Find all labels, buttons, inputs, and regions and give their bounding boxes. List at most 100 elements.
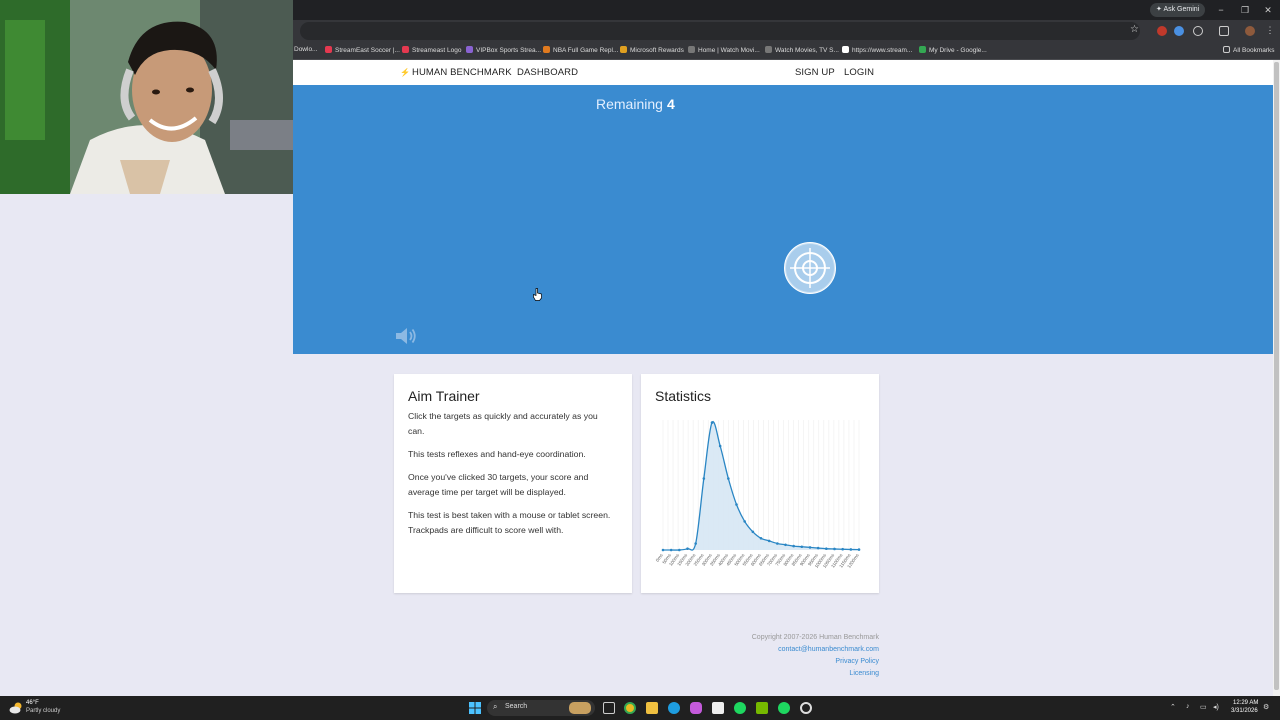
info-paragraph: This test is best taken with a mouse or … bbox=[408, 510, 611, 535]
bookmark-favicon-icon bbox=[919, 46, 926, 53]
webcam-overlay bbox=[0, 0, 293, 194]
bookmark-label: StreamEast Soccer |... bbox=[335, 47, 400, 54]
app-icon[interactable] bbox=[800, 702, 812, 714]
extensions-puzzle-icon[interactable] bbox=[1193, 26, 1203, 36]
taskbar-search-label: Search bbox=[505, 703, 528, 710]
spotify-icon[interactable] bbox=[734, 702, 746, 714]
search-icon: ⌕ bbox=[493, 702, 498, 711]
bookmark-favicon-icon bbox=[688, 46, 695, 53]
bookmark-item[interactable]: Dowlo... bbox=[294, 46, 317, 53]
bookmark-favicon-icon bbox=[466, 46, 473, 53]
chart-point bbox=[710, 421, 714, 424]
remaining-count: 4 bbox=[666, 96, 675, 112]
info-paragraph: Click the targets as quickly and accurat… bbox=[408, 411, 598, 436]
task-view-icon[interactable] bbox=[603, 702, 615, 714]
sidepanel-icon[interactable] bbox=[1219, 26, 1229, 36]
info-paragraph: This tests reflexes and hand-eye coordin… bbox=[408, 449, 586, 459]
microphone-icon[interactable]: ♪ bbox=[1186, 703, 1190, 710]
chart-point bbox=[678, 548, 681, 552]
restore-icon[interactable]: ❐ bbox=[1236, 3, 1254, 17]
windows-start-icon[interactable] bbox=[469, 702, 481, 714]
chart-point bbox=[816, 546, 820, 550]
edge-icon[interactable] bbox=[668, 702, 680, 714]
chart-point bbox=[857, 548, 861, 551]
address-bar[interactable] bbox=[300, 22, 1140, 40]
aim-trainer-play-area[interactable]: Remaining 4 bbox=[293, 85, 1273, 354]
nav-brand-link[interactable]: HUMAN BENCHMARK bbox=[412, 67, 512, 78]
bookmark-label: Home | Watch Movi... bbox=[698, 47, 760, 54]
hand-cursor-icon bbox=[533, 288, 542, 301]
network-icon[interactable]: ▭ bbox=[1200, 703, 1207, 711]
volume-icon[interactable]: ◂) bbox=[1213, 703, 1219, 711]
nvidia-icon[interactable] bbox=[756, 702, 768, 714]
page-scrollbar[interactable] bbox=[1273, 60, 1280, 696]
footer-licensing-link[interactable]: Licensing bbox=[849, 670, 879, 677]
weather-temperature[interactable]: 46°F bbox=[26, 700, 39, 706]
bookmark-favicon-icon bbox=[842, 46, 849, 53]
remaining-counter: Remaining 4 bbox=[596, 96, 675, 112]
bookmark-label: VIPBox Sports Strea... bbox=[476, 47, 542, 54]
nav-signup-link[interactable]: SIGN UP bbox=[795, 67, 835, 78]
taskbar-clock-time[interactable]: 12:29 AM bbox=[1233, 700, 1258, 706]
bookmark-label: Microsoft Rewards bbox=[630, 47, 684, 54]
bookmark-item[interactable]: NBA Full Game Repl... bbox=[543, 46, 618, 54]
bookmark-item[interactable]: VIPBox Sports Strea... bbox=[466, 46, 541, 54]
notifications-icon[interactable]: ⚙ bbox=[1263, 703, 1269, 711]
speaker-icon[interactable] bbox=[394, 325, 418, 347]
taskbar-clock-date[interactable]: 3/31/2026 bbox=[1231, 708, 1258, 714]
bookmark-star-icon[interactable]: ☆ bbox=[1130, 24, 1139, 35]
profile-avatar[interactable] bbox=[1245, 26, 1255, 36]
footer-email-link[interactable]: contact@humanbenchmark.com bbox=[778, 646, 879, 653]
folder-icon bbox=[1223, 46, 1230, 53]
site-navbar: ⚡ HUMAN BENCHMARK DASHBOARD SIGN UP LOGI… bbox=[293, 60, 1273, 85]
extension-icon[interactable] bbox=[1157, 26, 1167, 36]
info-paragraph: Once you've clicked 30 targets, your sco… bbox=[408, 472, 589, 497]
statistics-card: Statistics 0ms 50ms 100ms 150ms 200ms 250ms 30… bbox=[641, 374, 879, 593]
bookmark-item[interactable]: StreamEast Soccer |... bbox=[325, 46, 400, 54]
lightning-logo-icon: ⚡ bbox=[400, 68, 411, 77]
chart-point bbox=[702, 477, 706, 480]
statistics-chart: 0ms50ms100ms150ms200ms250ms300ms350ms400… bbox=[655, 420, 861, 569]
spotify-icon[interactable] bbox=[778, 702, 790, 714]
bookmark-label: https://www.stream... bbox=[852, 47, 913, 54]
bookmark-label: Dowlo... bbox=[294, 46, 318, 53]
chart-point bbox=[808, 546, 812, 549]
bookmark-item[interactable]: https://www.stream... bbox=[842, 46, 912, 54]
chart-point bbox=[694, 542, 697, 545]
chart-point bbox=[759, 537, 763, 540]
windows-taskbar: 46°F Partly cloudy ⌕ Search ⌃ ♪ ▭ ◂) 12:… bbox=[0, 696, 1280, 720]
bookmark-favicon-icon bbox=[765, 46, 772, 53]
bookmark-item[interactable]: Watch Movies, TV S... bbox=[765, 46, 839, 54]
copilot-icon[interactable] bbox=[690, 702, 702, 714]
nav-login-link[interactable]: LOGIN bbox=[844, 67, 874, 78]
bookmark-label: Watch Movies, TV S... bbox=[775, 47, 839, 54]
taskbar-search[interactable]: ⌕ Search bbox=[487, 700, 595, 716]
tray-chevron-icon[interactable]: ⌃ bbox=[1170, 703, 1176, 711]
ask-gemini-button[interactable]: ✦ Ask Gemini bbox=[1150, 3, 1206, 17]
chart-point bbox=[767, 539, 771, 543]
bookmark-item[interactable]: My Drive - Google... bbox=[919, 46, 987, 54]
footer-privacy-link[interactable]: Privacy Policy bbox=[835, 658, 879, 665]
scrollbar-thumb[interactable] bbox=[1274, 62, 1279, 690]
all-bookmarks-folder[interactable]: All Bookmarks bbox=[1223, 46, 1275, 54]
bookmark-item[interactable]: Home | Watch Movi... bbox=[688, 46, 760, 54]
chart-point bbox=[825, 547, 828, 550]
nav-dashboard-link[interactable]: DASHBOARD bbox=[517, 67, 578, 78]
minimize-icon[interactable]: − bbox=[1212, 3, 1230, 17]
footer-copyright: Copyright 2007-2026 Human Benchmark bbox=[751, 634, 879, 641]
chart-point bbox=[686, 547, 689, 550]
file-explorer-icon[interactable] bbox=[646, 702, 658, 714]
weather-description[interactable]: Partly cloudy bbox=[26, 708, 60, 714]
chart-point bbox=[743, 520, 746, 523]
store-icon[interactable] bbox=[712, 702, 724, 714]
chart-point bbox=[800, 545, 804, 549]
extension-icon[interactable] bbox=[1174, 26, 1184, 36]
browser-menu-icon[interactable]: ⋮ bbox=[1265, 26, 1275, 36]
close-icon[interactable]: ✕ bbox=[1259, 3, 1277, 17]
chrome-icon[interactable] bbox=[624, 702, 636, 714]
bookmark-item[interactable]: Streameast Logo bbox=[402, 46, 462, 54]
chart-point bbox=[718, 444, 722, 448]
aim-target[interactable] bbox=[784, 242, 836, 294]
distribution-line bbox=[663, 421, 860, 551]
bookmark-item[interactable]: Microsoft Rewards bbox=[620, 46, 684, 54]
